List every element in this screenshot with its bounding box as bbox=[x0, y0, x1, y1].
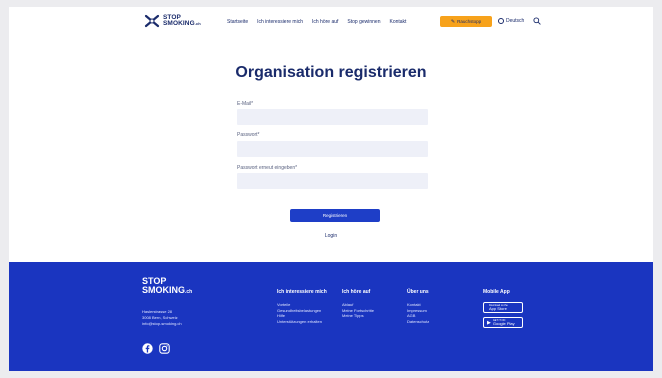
email-label: E-Mail* bbox=[237, 101, 254, 107]
page: STOP SMOKING.ch Startseite Ich interessi… bbox=[9, 7, 653, 371]
app-store-badge[interactable]: Download on the App Store bbox=[483, 302, 523, 313]
footer-link[interactable]: Meine Tipps bbox=[342, 313, 374, 319]
footer-col-ueber-uns: Über uns Kontakt Impressum AGB Datenschu… bbox=[407, 289, 429, 324]
nav-item-startseite[interactable]: Startseite bbox=[227, 19, 248, 25]
google-play-badge[interactable]: ▶ GET IT ON Google Play bbox=[483, 317, 523, 328]
footer-col-hoere-auf: Ich höre auf Ablauf Meine Fortschritte M… bbox=[342, 289, 374, 319]
site-header: STOP SMOKING.ch Startseite Ich interessi… bbox=[9, 7, 653, 37]
language-label: Deutsch bbox=[506, 18, 525, 24]
logo-wordmark: STOP SMOKING.ch bbox=[163, 14, 201, 28]
footer-col-title: Über uns bbox=[407, 289, 429, 295]
footer-col-title: Ich höre auf bbox=[342, 289, 371, 295]
footer-col-interessiere: Ich interessiere mich Vorteile Gesundhei… bbox=[277, 289, 327, 324]
instagram-icon[interactable] bbox=[159, 343, 170, 354]
main-nav: Startseite Ich interessiere mich Ich hör… bbox=[227, 19, 406, 25]
footer-col-title: Mobile App bbox=[483, 289, 510, 295]
register-button[interactable]: Registrieren bbox=[290, 209, 380, 222]
google-play-icon: ▶ bbox=[487, 319, 491, 326]
site-footer: STOP SMOKING.ch Haslerstrasse 28 3008 Be… bbox=[9, 262, 653, 371]
app-store-label: App Store bbox=[489, 306, 507, 311]
stop-smoking-logo-icon bbox=[144, 14, 160, 28]
social-links bbox=[142, 343, 170, 354]
footer-logo[interactable]: STOP SMOKING.ch bbox=[142, 277, 192, 297]
lightbulb-icon: ✎ bbox=[450, 18, 456, 25]
nav-item-hoere-auf[interactable]: Ich höre auf bbox=[312, 19, 338, 25]
footer-logo-suffix: .ch bbox=[185, 289, 193, 295]
rauchstopp-button[interactable]: ✎ Rauchstopp bbox=[440, 16, 492, 27]
logo-suffix: .ch bbox=[194, 21, 201, 26]
login-link[interactable]: Login bbox=[9, 233, 653, 239]
google-play-label: Google Play bbox=[492, 321, 515, 326]
rauchstopp-label: Rauchstopp bbox=[457, 19, 482, 24]
search-icon[interactable] bbox=[533, 17, 541, 25]
page-title: Organisation registrieren bbox=[235, 64, 427, 81]
nav-item-kontakt[interactable]: Kontakt bbox=[389, 19, 406, 25]
footer-link[interactable]: Unterstützungen erhalten bbox=[277, 319, 327, 325]
facebook-icon[interactable] bbox=[142, 343, 153, 354]
password-repeat-label: Passwort erneut eingeben* bbox=[237, 165, 298, 171]
globe-icon bbox=[498, 18, 504, 24]
logo-line-2: SMOKING bbox=[163, 20, 195, 27]
footer-col-title: Ich interessiere mich bbox=[277, 289, 327, 295]
footer-link[interactable]: Datenschutz bbox=[407, 319, 429, 325]
footer-logo-line-2: SMOKING bbox=[142, 285, 186, 295]
language-switcher[interactable]: Deutsch bbox=[498, 18, 524, 24]
password-label: Passwort* bbox=[237, 132, 260, 138]
app-store-text: Download on the App Store bbox=[489, 304, 508, 311]
nav-item-interessiere[interactable]: Ich interessiere mich bbox=[257, 19, 303, 25]
footer-col-mobile-app: Mobile App Download on the App Store ▶ G… bbox=[483, 289, 523, 332]
email-field[interactable] bbox=[237, 109, 428, 125]
footer-address: Haslerstrasse 28 3008 Bern, Schweiz info… bbox=[142, 309, 182, 327]
nav-item-stop-gewinnen[interactable]: Stop gewinnen bbox=[347, 19, 380, 25]
password-field[interactable] bbox=[237, 141, 428, 157]
google-play-text: GET IT ON Google Play bbox=[493, 319, 515, 326]
address-email[interactable]: info@stop-smoking.ch bbox=[142, 321, 182, 327]
header-logo[interactable]: STOP SMOKING.ch bbox=[144, 13, 201, 29]
password-repeat-field[interactable] bbox=[237, 173, 428, 189]
